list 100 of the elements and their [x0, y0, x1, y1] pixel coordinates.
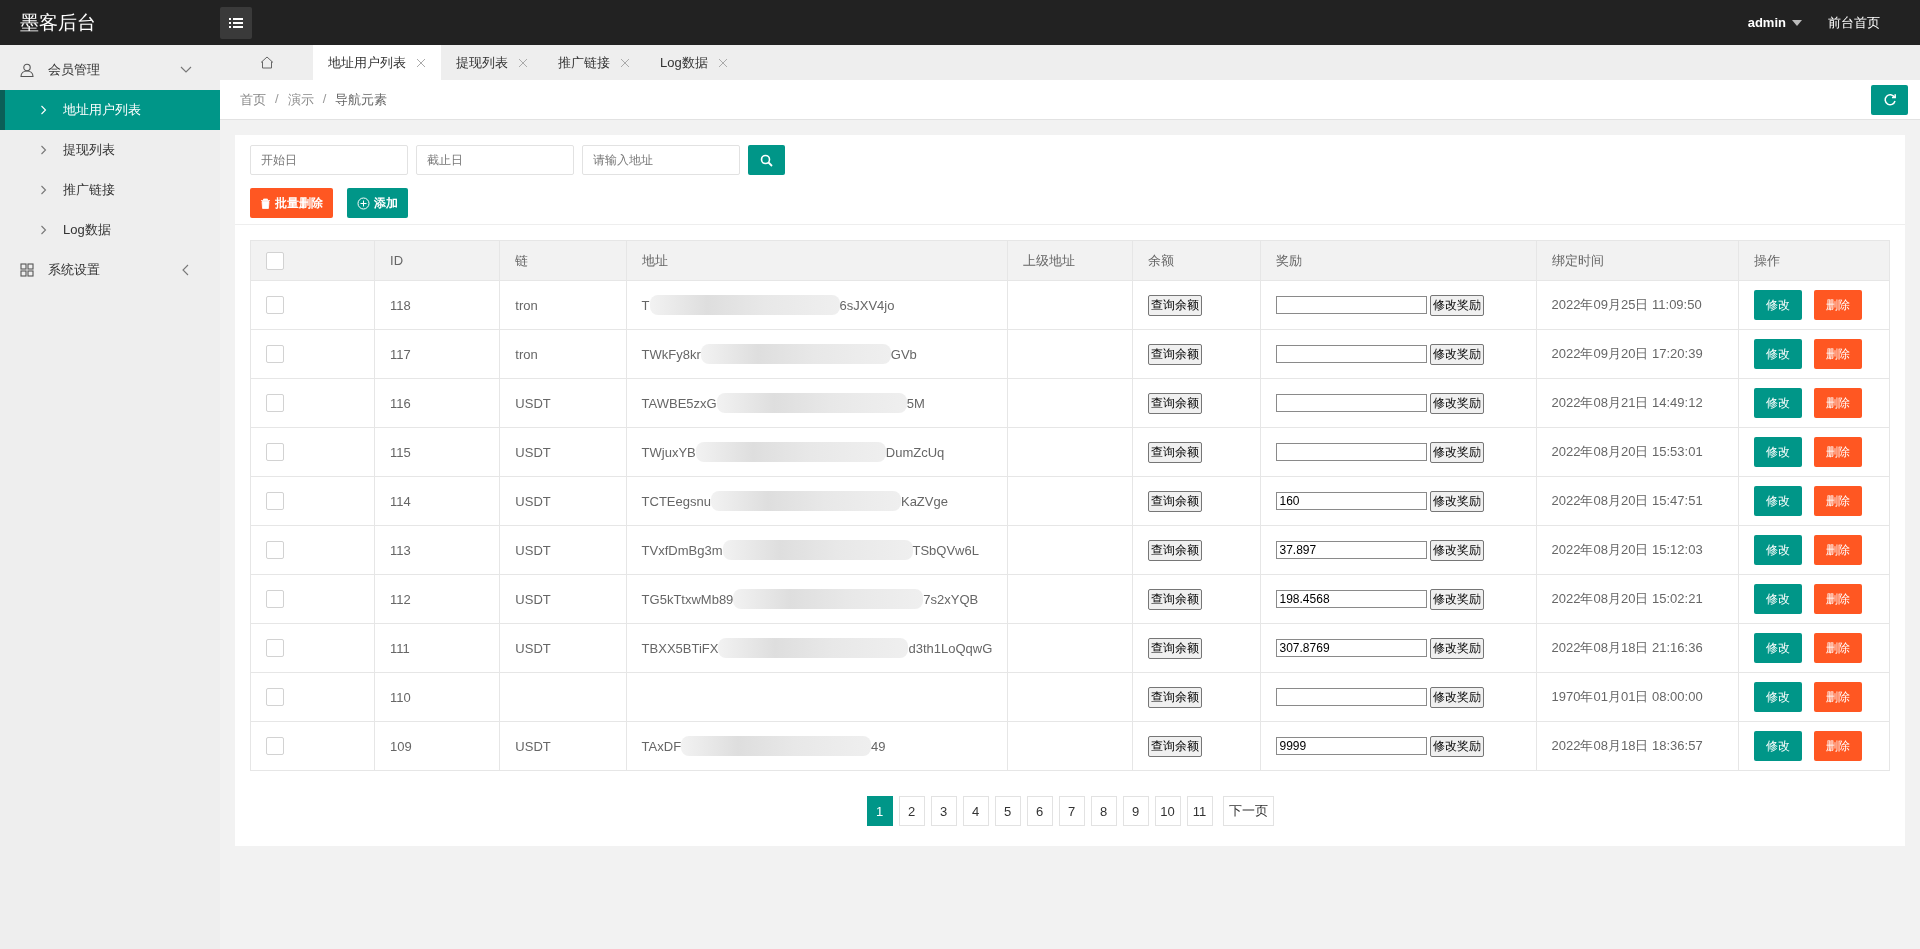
table-cell: 117 [390, 346, 411, 362]
page-button[interactable]: 7 [1058, 796, 1085, 826]
reward-field[interactable] [1275, 394, 1427, 413]
table-cell: 2022年08月18日 18:36:57 [1551, 738, 1703, 753]
sidebar-item[interactable]: Log数据 [0, 210, 220, 250]
query-balance-button[interactable]: 查询余额 [1147, 490, 1202, 512]
table-cell: 114 [390, 493, 411, 509]
tab[interactable]: 地址用户列表 [313, 45, 441, 80]
edit-reward-button[interactable]: 修改奖励 [1429, 637, 1484, 659]
page-button[interactable]: 5 [994, 796, 1021, 826]
breadcrumb-separator: / [275, 90, 279, 108]
menu-button[interactable] [220, 6, 252, 39]
row-checkbox[interactable] [266, 737, 284, 755]
table-cell: 2022年08月20日 15:53:01 [1551, 444, 1703, 459]
sidebar-item[interactable]: 推广链接 [0, 170, 220, 210]
reward-field[interactable]: 307.8769 [1275, 639, 1427, 658]
row-checkbox[interactable] [266, 345, 284, 363]
edit-reward-button[interactable]: 修改奖励 [1429, 343, 1484, 365]
edit-button[interactable]: 修改 [1754, 339, 1802, 369]
table-cell: USDT [515, 591, 551, 607]
page-button[interactable]: 2 [898, 796, 925, 826]
end-date-field[interactable]: 截止日 [416, 145, 574, 175]
start-date-field[interactable]: 开始日 [250, 145, 408, 175]
refresh-button[interactable] [1871, 84, 1908, 115]
edit-button[interactable]: 修改 [1754, 290, 1802, 320]
edit-reward-button[interactable]: 修改奖励 [1429, 588, 1484, 610]
edit-button[interactable]: 修改 [1754, 584, 1802, 614]
row-checkbox[interactable] [266, 541, 284, 559]
tab[interactable]: Log数据 [645, 45, 743, 80]
edit-reward-button[interactable]: 修改奖励 [1429, 686, 1484, 708]
address-start: T [641, 297, 650, 313]
reward-field[interactable]: 37.897 [1275, 541, 1427, 560]
breadcrumb-link[interactable]: 首页 [240, 90, 266, 109]
edit-button[interactable]: 修改 [1754, 437, 1802, 467]
page-button[interactable]: 9 [1122, 796, 1149, 826]
reward-field[interactable] [1275, 345, 1427, 364]
address-field[interactable]: 请输入地址 [582, 145, 740, 175]
row-checkbox[interactable] [266, 394, 284, 412]
reward-field[interactable] [1275, 443, 1427, 462]
page-button[interactable]: 11 [1186, 796, 1213, 826]
caret-icon [1792, 19, 1802, 26]
edit-button[interactable]: 修改 [1754, 535, 1802, 565]
tab[interactable]: 提现列表 [441, 45, 543, 80]
next-page-button[interactable]: 下一页 [1222, 796, 1274, 826]
sidebar-item[interactable]: 地址用户列表 [0, 90, 220, 130]
reward-field[interactable]: 9999 [1275, 737, 1427, 756]
row-checkbox[interactable] [266, 590, 284, 608]
row-checkbox[interactable] [266, 492, 284, 510]
edit-reward-button[interactable]: 修改奖励 [1429, 539, 1484, 561]
row-checkbox[interactable] [266, 443, 284, 461]
add-button[interactable]: 添加 [347, 188, 408, 218]
edit-reward-button[interactable]: 修改奖励 [1429, 735, 1484, 757]
table-cell: tron [515, 297, 538, 313]
page-button[interactable]: 10 [1154, 796, 1181, 826]
query-balance-button[interactable]: 查询余额 [1147, 392, 1202, 414]
sidebar-item[interactable]: 提现列表 [0, 130, 220, 170]
page-button[interactable]: 8 [1090, 796, 1117, 826]
edit-button[interactable]: 修改 [1754, 388, 1802, 418]
page-button[interactable]: 3 [930, 796, 957, 826]
sidebar-group[interactable]: 系统设置 [0, 250, 220, 290]
edit-button[interactable]: 修改 [1754, 731, 1802, 761]
page-button[interactable]: 1 [866, 796, 893, 826]
user-icon [20, 63, 34, 77]
query-balance-button[interactable]: 查询余额 [1147, 735, 1202, 757]
query-balance-button[interactable]: 查询余额 [1147, 686, 1202, 708]
page-button[interactable]: 4 [962, 796, 989, 826]
reward-field[interactable] [1275, 296, 1427, 315]
breadcrumb-link[interactable]: 演示 [287, 90, 314, 109]
query-balance-button[interactable]: 查询余额 [1147, 539, 1202, 561]
reward-field[interactable] [1275, 688, 1427, 707]
breadcrumb-link[interactable]: 导航元素 [335, 90, 388, 109]
query-balance-button[interactable]: 查询余额 [1147, 441, 1202, 463]
edit-reward-button[interactable]: 修改奖励 [1429, 294, 1484, 316]
home-link[interactable]: 前台首页 [1828, 13, 1880, 32]
query-balance-button[interactable]: 查询余额 [1147, 343, 1202, 365]
edit-button[interactable]: 修改 [1754, 633, 1802, 663]
query-balance-button[interactable]: 查询余额 [1147, 637, 1202, 659]
query-balance-button[interactable]: 查询余额 [1147, 294, 1202, 316]
user-menu[interactable]: admin [1747, 15, 1786, 30]
row-checkbox[interactable] [266, 296, 284, 314]
edit-reward-button[interactable]: 修改奖励 [1429, 441, 1484, 463]
row-checkbox[interactable] [266, 688, 284, 706]
edit-reward-button[interactable]: 修改奖励 [1429, 392, 1484, 414]
reward-field[interactable]: 198.4568 [1275, 590, 1427, 609]
item-label: Log数据 [63, 221, 111, 239]
tab[interactable]: 推广链接 [543, 45, 645, 80]
search-button[interactable] [748, 145, 785, 175]
sidebar-group[interactable]: 会员管理 [0, 50, 220, 90]
edit-button[interactable]: 修改 [1754, 486, 1802, 516]
edit-button[interactable]: 修改 [1754, 682, 1802, 712]
edit-reward-button[interactable]: 修改奖励 [1429, 490, 1484, 512]
page-button[interactable]: 6 [1026, 796, 1053, 826]
reward-field[interactable]: 160 [1275, 492, 1427, 511]
select-all-checkbox[interactable] [266, 251, 284, 270]
row-checkbox[interactable] [266, 639, 284, 657]
home-icon [259, 56, 274, 69]
query-balance-button[interactable]: 查询余额 [1147, 588, 1202, 610]
column-header: 操作 [1754, 252, 1780, 268]
address-end: DumZcUq [885, 444, 945, 460]
app-logo: 墨客后台 [19, 10, 97, 35]
